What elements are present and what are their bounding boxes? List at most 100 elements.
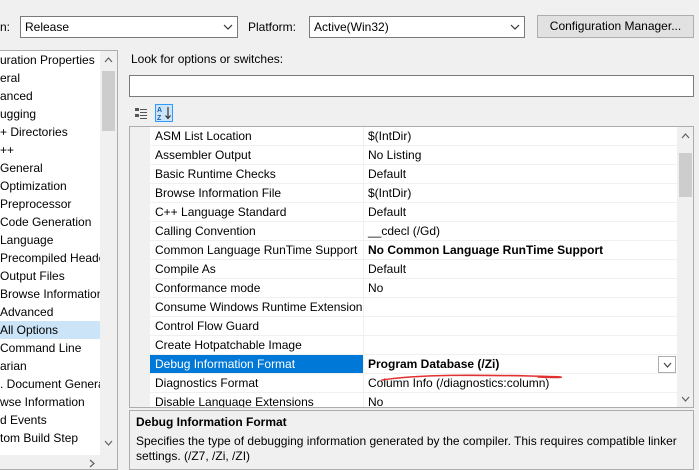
chevron-down-icon	[663, 362, 671, 368]
alphabetical-view-button[interactable]: A Z	[155, 104, 173, 122]
tree-item[interactable]: wse Information	[0, 393, 100, 411]
scroll-up-icon[interactable]	[100, 51, 117, 68]
property-value[interactable]: No	[364, 279, 678, 298]
property-row[interactable]: Control Flow Guard	[130, 317, 678, 336]
tree-item[interactable]: eral	[0, 69, 100, 87]
property-value[interactable]: __cdecl (/Gd)	[364, 222, 678, 241]
chevron-down-icon	[510, 17, 520, 37]
property-grid[interactable]: ASM List Location $(IntDir) Assembler Outp…	[129, 126, 694, 408]
row-gutter	[130, 146, 150, 165]
description-title: Debug Information Format	[136, 415, 287, 429]
categorized-view-button[interactable]	[132, 104, 150, 122]
row-gutter	[130, 260, 150, 279]
tree-item[interactable]: Browse Information	[0, 285, 103, 303]
tree-item[interactable]: Code Generation	[0, 213, 100, 231]
configuration-select[interactable]: Release	[20, 16, 238, 38]
property-name[interactable]: Diagnostics Format	[150, 374, 364, 393]
property-name[interactable]: Basic Runtime Checks	[150, 165, 364, 184]
scroll-thumb[interactable]	[679, 153, 692, 197]
property-name[interactable]: Compile As	[150, 260, 364, 279]
configuration-manager-button[interactable]: Configuration Manager...	[537, 15, 694, 38]
property-value[interactable]: $(IntDir)	[364, 127, 678, 146]
tree-item[interactable]: tom Build Step	[0, 429, 100, 447]
property-value[interactable]: Default	[364, 165, 678, 184]
property-name[interactable]: Common Language RunTime Support	[150, 241, 364, 260]
configuration-label: n:	[0, 20, 11, 34]
property-name[interactable]: Conformance mode	[150, 279, 364, 298]
property-row[interactable]: Create Hotpatchable Image	[130, 336, 678, 355]
property-name[interactable]: Consume Windows Runtime Extension	[150, 298, 364, 317]
row-gutter	[130, 279, 150, 298]
property-name[interactable]: Disable Language Extensions	[150, 393, 364, 407]
tree-item[interactable]: Output Files	[0, 267, 100, 285]
row-gutter	[130, 241, 150, 260]
search-input[interactable]	[129, 75, 694, 97]
property-row[interactable]: Consume Windows Runtime Extension	[130, 298, 678, 317]
tree-item[interactable]: Optimization	[0, 177, 100, 195]
tree-item[interactable]: ++	[0, 141, 100, 159]
row-gutter	[130, 298, 150, 317]
scroll-down-icon[interactable]	[100, 434, 117, 451]
tree-item[interactable]: anced	[0, 87, 100, 105]
property-value[interactable]: No Listing	[364, 146, 678, 165]
sort-az-icon: A Z	[157, 107, 171, 121]
tree-hscrollbar[interactable]	[0, 455, 117, 469]
property-name[interactable]: Debug Information Format	[150, 355, 364, 374]
row-gutter	[130, 374, 150, 393]
tree-item[interactable]: ugging	[0, 105, 100, 123]
property-value[interactable]: $(IntDir)	[364, 184, 678, 203]
property-row[interactable]: Common Language RunTime Support No Common…	[130, 241, 678, 260]
property-name[interactable]: Control Flow Guard	[150, 317, 364, 336]
tree-item[interactable]: arian	[0, 357, 100, 375]
property-value[interactable]	[364, 336, 678, 355]
categorized-icon	[135, 108, 147, 119]
annotation-underline	[381, 374, 562, 381]
property-value[interactable]	[364, 317, 678, 336]
scroll-right-icon[interactable]	[86, 457, 98, 469]
property-row[interactable]: ASM List Location $(IntDir)	[130, 127, 678, 146]
tree-item[interactable]: Advanced	[0, 303, 100, 321]
property-name[interactable]: Create Hotpatchable Image	[150, 336, 364, 355]
property-value[interactable]: Default	[364, 203, 678, 222]
property-name[interactable]: Assembler Output	[150, 146, 364, 165]
property-row[interactable]: Browse Information File $(IntDir)	[130, 184, 678, 203]
property-value[interactable]: No	[364, 393, 678, 407]
property-row[interactable]: Conformance mode No	[130, 279, 678, 298]
property-row[interactable]: Calling Convention __cdecl (/Gd)	[130, 222, 678, 241]
property-row[interactable]: Basic Runtime Checks Default	[130, 165, 678, 184]
row-gutter	[130, 355, 150, 374]
tree-item[interactable]: Precompiled Heade	[0, 249, 105, 267]
scroll-up-icon[interactable]	[677, 127, 693, 144]
property-row[interactable]: Disable Language Extensions No	[130, 393, 678, 407]
platform-select[interactable]: Active(Win32)	[309, 16, 525, 38]
property-tree[interactable]: uration Properties eral anced ugging + Direc…	[0, 50, 118, 470]
tree-scrollbar[interactable]	[100, 51, 117, 455]
platform-value: Active(Win32)	[314, 20, 389, 34]
description-text: Specifies the type of debugging informat…	[136, 434, 677, 463]
row-gutter	[130, 222, 150, 241]
value-dropdown-button[interactable]	[658, 356, 676, 373]
grid-scrollbar[interactable]	[677, 127, 693, 407]
tree-item[interactable]: Preprocessor	[0, 195, 100, 213]
tree-item[interactable]: Language	[0, 231, 100, 249]
scroll-down-icon[interactable]	[677, 390, 693, 407]
property-value[interactable]	[364, 298, 678, 317]
property-row[interactable]: Assembler Output No Listing	[130, 146, 678, 165]
tree-item[interactable]: General	[0, 159, 100, 177]
tree-item[interactable]: d Events	[0, 411, 100, 429]
tree-item[interactable]: Command Line	[0, 339, 100, 357]
tree-item[interactable]: uration Properties	[0, 51, 100, 69]
property-row[interactable]: C++ Language Standard Default	[130, 203, 678, 222]
scroll-thumb[interactable]	[102, 71, 115, 131]
property-name[interactable]: Browse Information File	[150, 184, 364, 203]
property-name[interactable]: Calling Convention	[150, 222, 364, 241]
tree-item[interactable]: + Directories	[0, 123, 100, 141]
property-name[interactable]: C++ Language Standard	[150, 203, 364, 222]
row-gutter	[130, 127, 150, 146]
tree-item[interactable]: . Document Genera	[0, 375, 105, 393]
tree-item[interactable]: All Options	[0, 321, 100, 339]
property-value[interactable]: No Common Language RunTime Support	[364, 241, 678, 260]
property-row[interactable]: Compile As Default	[130, 260, 678, 279]
property-value[interactable]: Default	[364, 260, 678, 279]
property-name[interactable]: ASM List Location	[150, 127, 364, 146]
